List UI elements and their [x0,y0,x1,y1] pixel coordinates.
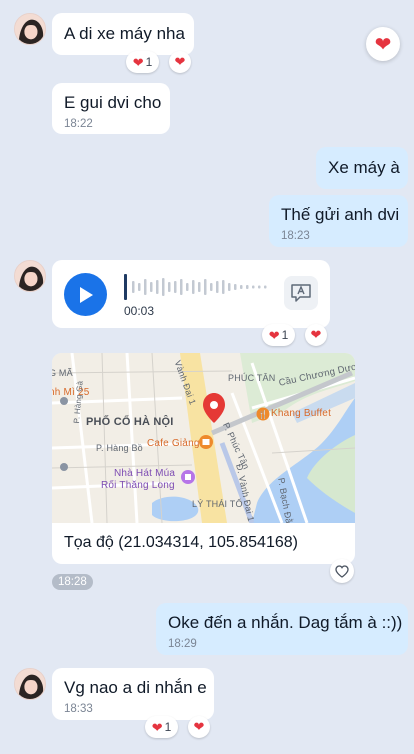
waveform[interactable] [124,274,274,300]
heart-icon: ❤ [151,719,163,735]
map-label: Cafe Giảng [147,438,200,449]
map-label: Nhà Hát Múa [114,468,176,479]
message-text: E gui dvi cho [64,93,162,112]
message-bubble[interactable]: A di xe máy nha [52,13,194,55]
map-label: P. Hàng Bồ [96,443,143,453]
avatar[interactable] [14,13,46,45]
message-time: 18:22 [64,118,93,130]
contact-avatar-icon [15,14,45,44]
heart-reaction-button[interactable]: ❤ [366,27,400,61]
reaction-count: 1 [145,55,153,69]
heart-icon: ❤ [374,33,392,56]
map-label: LÝ THÁI TỔ [192,499,243,509]
message-text: Xe máy à [328,158,400,177]
reaction-count-badge[interactable]: ❤ 1 [262,324,295,346]
map-label: Rối Thăng Long [101,480,175,491]
contact-avatar-icon [15,261,45,291]
message-time: 18:29 [168,638,197,650]
message-bubble-mine[interactable]: Oke đến a nhắn. Dag tắm à ::)) 18:29 [156,603,408,655]
message-text: Oke đến a nhắn. Dag tắm à ::)) [168,613,403,632]
react-heart-button[interactable]: ❤ [169,51,191,73]
message-time: 18:33 [64,703,93,715]
react-heart-button[interactable] [330,559,354,583]
message-bubble[interactable]: Vg nao a di nhắn e 18:33 [52,668,214,720]
avatar[interactable] [14,260,46,292]
message-time: 18:23 [281,230,310,242]
heart-icon: ❤ [174,54,186,69]
message-bubble-mine[interactable]: Thế gửi anh dvi 18:23 [269,195,408,247]
heart-icon: ❤ [310,327,322,342]
map-label: PHỐ CỔ HÀ NỘI [86,416,174,428]
heart-outline-icon [335,564,349,578]
map-label: Khang Buffet [271,408,332,419]
react-heart-button[interactable]: ❤ [305,324,327,346]
contact-avatar-icon [15,669,45,699]
heart-icon: ❤ [268,327,280,343]
play-button[interactable] [64,273,107,316]
react-heart-button[interactable]: ❤ [188,716,210,738]
voice-duration: 00:03 [124,304,155,318]
svg-text:🍴: 🍴 [258,409,268,419]
message-bubble[interactable]: E gui dvi cho 18:22 [52,83,170,134]
message-text: A di xe máy nha [64,24,185,43]
reaction-count: 1 [164,720,172,734]
message-time: 18:28 [52,574,93,590]
play-icon [79,286,93,303]
reaction-count-badge[interactable]: ❤ 1 [126,51,159,73]
reaction-count: 1 [281,328,289,342]
voice-message[interactable]: 00:03 [52,260,330,328]
location-coordinates: Tọa độ (21.034314, 105.854168) [64,534,298,551]
avatar[interactable] [14,668,46,700]
map-label: G MÃ [52,368,73,378]
speech-to-text-icon [291,284,311,302]
reaction-count-badge[interactable]: ❤ 1 [145,716,178,738]
heart-icon: ❤ [132,54,144,70]
map-preview[interactable]: 🍴 Vành Đai 1 PHÚC TÂN Cầu Chương Dươn G … [52,353,355,523]
message-text: Vg nao a di nhắn e [64,678,207,697]
message-bubble-mine[interactable]: Xe máy à [316,147,408,189]
transcribe-button[interactable] [284,276,318,310]
map-label: PHÚC TÂN [228,373,276,383]
message-text: Thế gửi anh dvi [281,205,400,224]
location-card[interactable]: 🍴 Vành Đai 1 PHÚC TÂN Cầu Chương Dươn G … [52,353,355,564]
heart-icon: ❤ [193,719,205,734]
